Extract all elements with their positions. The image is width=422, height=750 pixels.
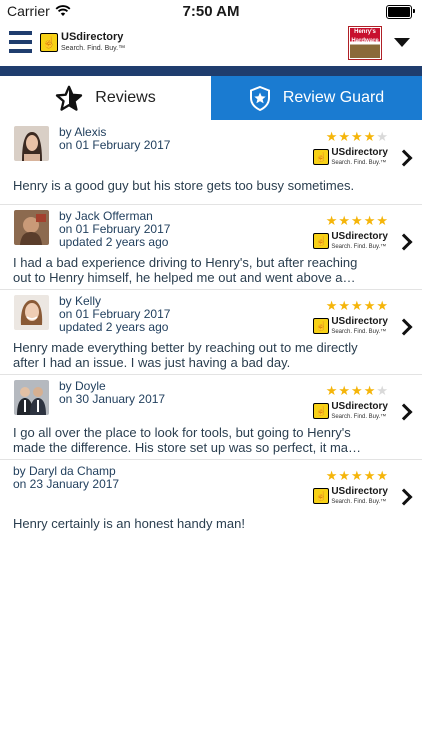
dropdown-caret-icon[interactable] <box>394 38 410 47</box>
walking-fingers-icon: ☝ <box>313 488 330 504</box>
star-filled-icon: ★ <box>338 468 351 483</box>
tab-reviews-label: Reviews <box>95 89 156 106</box>
review-item[interactable]: by Alexis on 01 February 2017 ★ ★ ★ ★ ★ ☝ US… <box>0 120 422 205</box>
star-filled-icon: ★ <box>363 383 376 398</box>
star-outline-icon <box>56 85 83 111</box>
walking-fingers-icon: ☝ <box>313 318 330 334</box>
shield-star-icon <box>249 85 270 111</box>
usdirectory-badge: ☝ USdirectory Search. Find. Buy.™ <box>313 487 388 505</box>
usdirectory-badge: ☝ USdirectory Search. Find. Buy.™ <box>313 402 388 420</box>
badge-name: USdirectory <box>331 401 388 412</box>
walking-fingers-icon: ☝ <box>313 403 330 419</box>
star-filled-icon: ★ <box>325 468 338 483</box>
star-filled-icon: ★ <box>363 298 376 313</box>
star-filled-icon: ★ <box>376 468 388 483</box>
star-filled-icon: ★ <box>338 213 351 228</box>
star-filled-icon: ★ <box>363 213 376 228</box>
avatar <box>14 210 49 245</box>
rating-stars: ★ ★ ★ ★ ★ <box>326 299 388 312</box>
store-thumb-text: Henry's Hardware <box>350 28 380 58</box>
usdirectory-badge: ☝ USdirectory Search. Find. Buy.™ <box>313 232 388 250</box>
review-text: Henry is a good guy but his store gets t… <box>13 178 355 193</box>
chevron-right-icon[interactable] <box>395 488 413 506</box>
status-bar: Carrier 7:50 AM <box>0 0 422 22</box>
star-filled-icon: ★ <box>363 129 376 144</box>
store-thumbnail[interactable]: Henry's Hardware <box>348 26 382 60</box>
avatar <box>14 295 49 330</box>
tab-review-guard-label: Review Guard <box>282 89 385 106</box>
app-header: ☝ USdirectory Search. Find. Buy.™ Henry'… <box>0 22 422 66</box>
walking-fingers-icon: ☝ <box>313 233 330 249</box>
tab-reviews[interactable]: Reviews <box>0 76 211 120</box>
badge-tagline: Search. Find. Buy.™ <box>331 329 387 335</box>
badge-name: USdirectory <box>331 147 388 158</box>
tab-bar: Reviews Review Guard <box>0 76 422 120</box>
badge-tagline: Search. Find. Buy.™ <box>331 499 387 505</box>
star-filled-icon: ★ <box>351 129 363 144</box>
review-text: I had a bad experience driving to Henry'… <box>13 255 358 285</box>
star-empty-icon: ★ <box>376 129 388 144</box>
star-filled-icon: ★ <box>363 468 376 483</box>
battery-icon <box>386 5 415 19</box>
star-filled-icon: ★ <box>376 298 388 313</box>
avatar <box>14 126 49 161</box>
clock: 7:50 AM <box>182 3 240 20</box>
walking-fingers-icon: ☝ <box>313 149 330 165</box>
chevron-right-icon[interactable] <box>395 149 413 167</box>
review-item[interactable]: by Kelly on 01 February 2017 updated 2 y… <box>0 289 422 375</box>
logo-tagline: Search. Find. Buy.™ <box>61 45 126 52</box>
header-divider <box>0 66 422 76</box>
usdirectory-badge: ☝ USdirectory Search. Find. Buy.™ <box>313 317 388 335</box>
badge-name: USdirectory <box>331 231 388 242</box>
review-text: Henry certainly is an honest handy man! <box>13 516 245 531</box>
star-filled-icon: ★ <box>325 383 338 398</box>
badge-name: USdirectory <box>331 486 388 497</box>
review-date: on 01 February 2017 <box>59 138 171 152</box>
star-filled-icon: ★ <box>325 298 338 313</box>
star-empty-icon: ★ <box>376 383 388 398</box>
review-date: on 30 January 2017 <box>59 392 166 406</box>
star-filled-icon: ★ <box>338 298 351 313</box>
tab-review-guard[interactable]: Review Guard <box>211 76 422 120</box>
star-filled-icon: ★ <box>351 213 363 228</box>
badge-tagline: Search. Find. Buy.™ <box>331 160 387 166</box>
review-text: I go all over the place to look for tool… <box>13 425 362 455</box>
review-item[interactable]: by Doyle on 30 January 2017 ★ ★ ★ ★ ★ ☝ USdi… <box>0 374 422 460</box>
rating-stars: ★ ★ ★ ★ ★ <box>326 214 388 227</box>
chevron-right-icon[interactable] <box>395 318 413 336</box>
review-updated: updated 2 years ago <box>59 235 169 249</box>
star-filled-icon: ★ <box>351 298 363 313</box>
avatar <box>14 380 49 415</box>
star-filled-icon: ★ <box>351 383 363 398</box>
rating-stars: ★ ★ ★ ★ ★ <box>326 384 388 397</box>
chevron-right-icon[interactable] <box>395 233 413 251</box>
star-filled-icon: ★ <box>325 213 338 228</box>
logo-name: USdirectory <box>61 31 124 43</box>
review-date: on 23 January 2017 <box>13 477 120 491</box>
review-item[interactable]: by Daryl da Champ on 23 January 2017 ★ ★ ★… <box>0 459 422 541</box>
usdirectory-logo: ☝ USdirectory Search. Find. Buy.™ <box>40 32 125 52</box>
walking-fingers-icon: ☝ <box>40 32 58 52</box>
star-filled-icon: ★ <box>376 213 388 228</box>
star-filled-icon: ★ <box>325 129 338 144</box>
review-updated: updated 2 years ago <box>59 320 169 334</box>
rating-stars: ★ ★ ★ ★ ★ <box>326 130 388 143</box>
badge-tagline: Search. Find. Buy.™ <box>331 414 387 420</box>
review-text: Henry made everything better by reaching… <box>13 340 358 370</box>
star-filled-icon: ★ <box>338 129 351 144</box>
chevron-right-icon[interactable] <box>395 403 413 421</box>
badge-name: USdirectory <box>331 316 388 327</box>
review-item[interactable]: by Jack Offerman on 01 February 2017 upd… <box>0 204 422 290</box>
rating-stars: ★ ★ ★ ★ ★ <box>326 469 388 482</box>
hamburger-menu-icon[interactable] <box>9 31 32 53</box>
star-filled-icon: ★ <box>351 468 363 483</box>
badge-tagline: Search. Find. Buy.™ <box>331 244 387 250</box>
star-filled-icon: ★ <box>338 383 351 398</box>
usdirectory-badge: ☝ USdirectory Search. Find. Buy.™ <box>313 148 388 166</box>
